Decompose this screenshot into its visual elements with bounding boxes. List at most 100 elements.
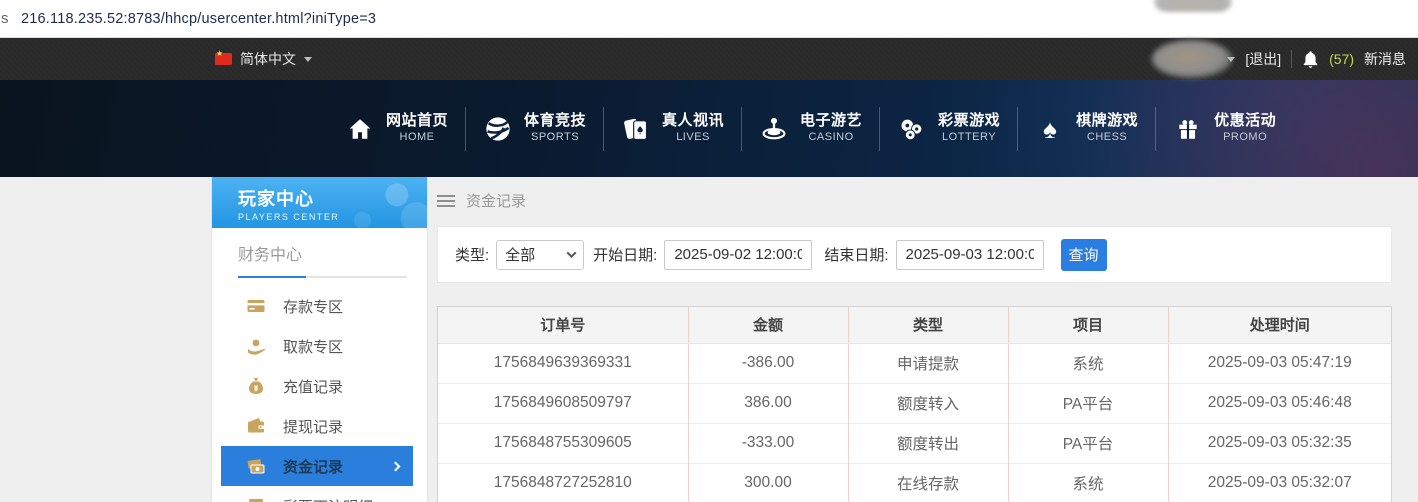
nav-chess-en: CHESS bbox=[1087, 131, 1127, 145]
language-selector[interactable]: 简体中文 bbox=[215, 38, 312, 80]
main-banner: 网站首页 HOME 体育竞技 SPORTS bbox=[0, 80, 1418, 177]
home-icon bbox=[345, 114, 375, 144]
search-button[interactable]: 查询 bbox=[1061, 239, 1107, 271]
cell-amount: -386.00 bbox=[688, 343, 848, 383]
sidebar-title: 玩家中心 bbox=[238, 185, 427, 211]
nav-casino-zh: 电子游艺 bbox=[800, 112, 862, 131]
cell-type: 额度转入 bbox=[848, 383, 1008, 423]
cell-project: 系统 bbox=[1008, 463, 1168, 502]
nav-item-chess[interactable]: ♠ 棋牌游戏 CHESS bbox=[1018, 112, 1155, 145]
sidebar-item-withdrawal-record[interactable]: 提现记录 bbox=[212, 406, 427, 446]
redacted-blob-top bbox=[1154, 0, 1232, 12]
cell-amount: 300.00 bbox=[688, 463, 848, 502]
cell-project: 系统 bbox=[1008, 343, 1168, 383]
type-select[interactable]: 全部 bbox=[496, 240, 584, 270]
players-center-sidebar: 玩家中心 PLAYERS CENTER 财务中心 存款专区 取款专区 bbox=[211, 177, 428, 502]
money-bag-icon bbox=[246, 376, 266, 396]
filter-panel: 类型: 全部 开始日期: 结束日期: 查询 bbox=[437, 226, 1392, 283]
end-date-input[interactable] bbox=[896, 240, 1044, 270]
user-menu-chevron-icon[interactable] bbox=[1227, 57, 1235, 62]
china-flag-icon bbox=[215, 53, 232, 65]
table-row: 1756849608509797 386.00 额度转入 PA平台 2025-0… bbox=[438, 383, 1391, 423]
new-message-link[interactable]: 新消息 bbox=[1364, 49, 1406, 69]
sidebar-item-label: 资金记录 bbox=[283, 456, 343, 477]
sidebar-item-funds-record[interactable]: 资金记录 bbox=[221, 446, 413, 486]
site-top-bar: 简体中文 [退出] (57) 新消息 bbox=[0, 38, 1418, 80]
spade-icon: ♠ bbox=[1035, 114, 1065, 144]
nav-sports-en: SPORTS bbox=[531, 131, 579, 145]
nav-item-sports[interactable]: 体育竞技 SPORTS bbox=[466, 112, 603, 145]
breadcrumb: 资金记录 bbox=[437, 190, 1392, 211]
sidebar-section: 财务中心 bbox=[212, 228, 427, 278]
cell-order-no: 1756848755309605 bbox=[438, 423, 688, 463]
chevron-right-icon bbox=[391, 461, 401, 471]
cell-type: 申请提款 bbox=[848, 343, 1008, 383]
col-header-time: 处理时间 bbox=[1168, 307, 1391, 343]
page-title: 资金记录 bbox=[466, 190, 526, 211]
lottery-balls-icon bbox=[897, 114, 927, 144]
sidebar-section-label: 财务中心 bbox=[238, 241, 407, 265]
bank-card-icon bbox=[246, 296, 266, 316]
sidebar-item-label: 存款专区 bbox=[283, 296, 343, 317]
bell-icon[interactable] bbox=[1302, 50, 1319, 68]
cell-time: 2025-09-03 05:46:48 bbox=[1168, 383, 1391, 423]
nav-lives-en: LIVES bbox=[676, 131, 710, 145]
type-filter-label: 类型: bbox=[455, 244, 489, 265]
sidebar-item-deposit-zone[interactable]: 存款专区 bbox=[212, 286, 427, 326]
nav-item-casino[interactable]: 电子游艺 CASINO bbox=[742, 112, 879, 145]
cell-amount: -333.00 bbox=[688, 423, 848, 463]
main-nav: 网站首页 HOME 体育竞技 SPORTS bbox=[328, 107, 1293, 151]
cell-type: 额度转出 bbox=[848, 423, 1008, 463]
sidebar-item-withdraw-zone[interactable]: 取款专区 bbox=[212, 326, 427, 366]
sidebar-item-lottery-bet-detail[interactable]: 彩票下注明细 bbox=[212, 486, 427, 502]
nav-casino-en: CASINO bbox=[808, 131, 853, 145]
nav-chess-zh: 棋牌游戏 bbox=[1076, 112, 1138, 131]
nav-sports-zh: 体育竞技 bbox=[524, 112, 586, 131]
sidebar-item-label: 彩票下注明细 bbox=[283, 496, 373, 502]
banknotes-icon bbox=[246, 456, 266, 476]
sidebar-item-recharge-record[interactable]: 充值记录 bbox=[212, 366, 427, 406]
table-row: 1756848727252810 300.00 在线存款 系统 2025-09-… bbox=[438, 463, 1391, 502]
nav-item-lottery[interactable]: 彩票游戏 LOTTERY bbox=[880, 112, 1017, 145]
cell-type: 在线存款 bbox=[848, 463, 1008, 502]
cell-order-no: 1756849608509797 bbox=[438, 383, 688, 423]
nav-promo-zh: 优惠活动 bbox=[1214, 112, 1276, 131]
chevron-down-icon bbox=[567, 248, 577, 258]
address-url[interactable]: 216.118.235.52:8783/hhcp/usercenter.html… bbox=[21, 11, 376, 27]
wallet-icon bbox=[246, 416, 266, 436]
logout-button[interactable]: [退出] bbox=[1245, 49, 1281, 69]
menu-icon bbox=[437, 195, 455, 197]
language-label: 简体中文 bbox=[240, 49, 296, 69]
table-row: 1756849639369331 -386.00 申请提款 系统 2025-09… bbox=[438, 343, 1391, 383]
top-right-group: [退出] (57) 新消息 bbox=[1227, 38, 1406, 80]
redacted-username-blob bbox=[1152, 40, 1232, 78]
sports-ball-icon bbox=[483, 114, 513, 144]
gift-icon bbox=[1173, 114, 1203, 144]
cell-time: 2025-09-03 05:32:35 bbox=[1168, 423, 1391, 463]
sidebar-section-rule bbox=[238, 276, 407, 278]
sidebar-header: 玩家中心 PLAYERS CENTER bbox=[212, 177, 427, 228]
cell-amount: 386.00 bbox=[688, 383, 848, 423]
sidebar-subtitle: PLAYERS CENTER bbox=[238, 212, 427, 222]
end-date-label: 结束日期: bbox=[824, 244, 888, 265]
cell-order-no: 1756848727252810 bbox=[438, 463, 688, 502]
nav-item-home[interactable]: 网站首页 HOME bbox=[328, 112, 465, 145]
type-select-value: 全部 bbox=[505, 244, 535, 265]
main-area: 玩家中心 PLAYERS CENTER 财务中心 存款专区 取款专区 bbox=[0, 177, 1418, 502]
nav-home-en: HOME bbox=[400, 131, 435, 145]
sidebar-item-label: 取款专区 bbox=[283, 336, 343, 357]
message-count-badge: (57) bbox=[1329, 51, 1354, 67]
nav-item-lives[interactable]: 真人视讯 LIVES bbox=[604, 112, 741, 145]
cell-project: PA平台 bbox=[1008, 383, 1168, 423]
nav-promo-en: PROMO bbox=[1223, 131, 1267, 145]
nav-lives-zh: 真人视讯 bbox=[662, 112, 724, 131]
nav-lottery-en: LOTTERY bbox=[942, 131, 996, 145]
nav-home-zh: 网站首页 bbox=[386, 112, 448, 131]
funds-record-table: 订单号 金额 类型 项目 处理时间 1756849639369331 -386.… bbox=[437, 306, 1392, 502]
nav-item-promo[interactable]: 优惠活动 PROMO bbox=[1156, 112, 1293, 145]
sidebar-item-label: 充值记录 bbox=[283, 376, 343, 397]
start-date-input[interactable] bbox=[664, 240, 812, 270]
browser-address-bar: s 216.118.235.52:8783/hhcp/usercenter.ht… bbox=[0, 0, 1418, 38]
playing-cards-icon bbox=[621, 114, 651, 144]
document-icon bbox=[246, 496, 266, 502]
